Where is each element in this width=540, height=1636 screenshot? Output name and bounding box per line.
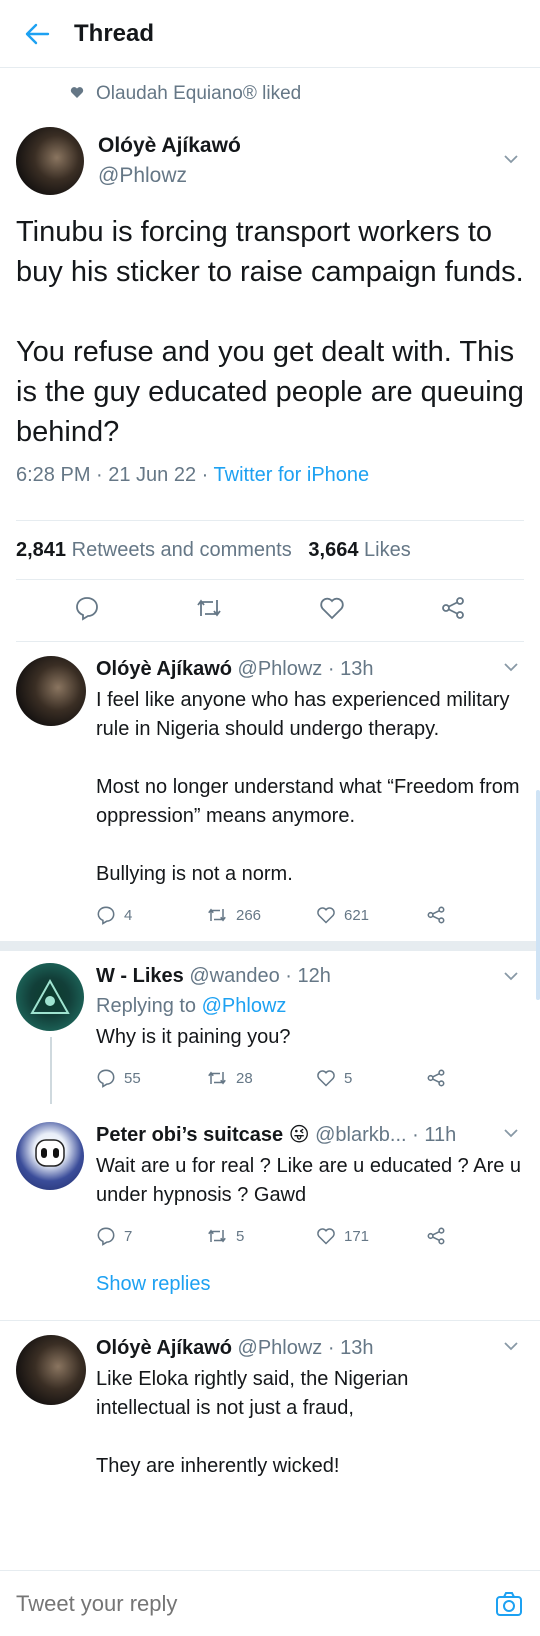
share-icon bbox=[427, 1069, 445, 1087]
scrollbar[interactable] bbox=[536, 790, 540, 1000]
like-icon bbox=[317, 1070, 335, 1087]
replying-to-handle[interactable]: @Phlowz bbox=[202, 995, 287, 1017]
section-divider bbox=[0, 941, 540, 951]
tweet-time: 6:28 PM · 21 Jun 22 · bbox=[16, 464, 214, 486]
social-context-text: Olaudah Equiano® liked bbox=[96, 83, 302, 104]
reply-button[interactable]: 55 bbox=[96, 1068, 206, 1088]
avatar[interactable] bbox=[16, 127, 84, 195]
reply-icon bbox=[97, 1069, 115, 1088]
reply-handle-time: @Phlowz · 13h bbox=[237, 658, 374, 680]
share-button[interactable] bbox=[426, 1068, 536, 1088]
chevron-down-icon[interactable] bbox=[500, 965, 522, 987]
retweet-count: 28 bbox=[236, 1069, 253, 1087]
retweets-label[interactable]: Retweets and comments bbox=[72, 539, 292, 562]
reply-icon bbox=[97, 1227, 115, 1246]
retweet-icon bbox=[208, 1229, 226, 1243]
retweets-count[interactable]: 2,841 bbox=[16, 539, 66, 562]
like-count: 5 bbox=[344, 1069, 353, 1087]
reply-handle-time: @Phlowz · 13h bbox=[237, 1337, 374, 1359]
main-tweet: Olóyè Ajíkawó @Phlowz Tinubu is forcing … bbox=[0, 120, 540, 642]
like-button[interactable]: 5 bbox=[316, 1069, 426, 1087]
reply-tweet[interactable]: Olóyè Ajíkawó @Phlowz · 13h I feel like … bbox=[0, 642, 540, 941]
like-icon bbox=[317, 1228, 335, 1245]
main-tweet-actions bbox=[16, 580, 524, 642]
page-title: Thread bbox=[74, 19, 155, 47]
tweet-stats: 2,841 Retweets and comments 3,664 Likes bbox=[16, 520, 524, 580]
retweet-count: 266 bbox=[236, 906, 262, 924]
reply-tweet[interactable]: Olóyè Ajíkawó @Phlowz · 13h Like Eloka r… bbox=[0, 1321, 540, 1481]
tweet-source-link[interactable]: Twitter for iPhone bbox=[214, 464, 370, 486]
emoji: 😜 bbox=[288, 1124, 310, 1146]
show-replies-link[interactable]: Show replies bbox=[0, 1262, 540, 1306]
reply-count: 4 bbox=[124, 906, 133, 924]
like-button[interactable]: 621 bbox=[316, 906, 426, 924]
reply-author-name: Olóyè Ajíkawó bbox=[96, 658, 232, 680]
replying-to-label: Replying to bbox=[96, 995, 202, 1017]
reply-icon bbox=[97, 906, 115, 925]
reply-handle-time: @wandeo · 12h bbox=[189, 965, 331, 987]
likes-label[interactable]: Likes bbox=[364, 539, 411, 562]
reply-text: Like Eloka rightly said, the Nigerian in… bbox=[96, 1368, 409, 1477]
retweet-icon[interactable] bbox=[195, 596, 223, 625]
share-icon bbox=[427, 906, 445, 924]
reply-count: 7 bbox=[124, 1227, 133, 1245]
camera-icon[interactable] bbox=[494, 1589, 524, 1619]
likes-count[interactable]: 3,664 bbox=[308, 539, 358, 562]
main-tweet-author[interactable]: Olóyè Ajíkawó @Phlowz bbox=[16, 120, 524, 202]
share-icon bbox=[427, 1227, 445, 1245]
chevron-down-icon[interactable] bbox=[500, 1122, 522, 1144]
tweet-text: Tinubu is forcing transport workers to b… bbox=[16, 216, 524, 448]
avatar[interactable] bbox=[16, 656, 86, 726]
thread-line bbox=[50, 1037, 52, 1104]
reply-author-name: Olóyè Ajíkawó bbox=[96, 1337, 232, 1359]
tweet-meta: 6:28 PM · 21 Jun 22 · Twitter for iPhone bbox=[16, 464, 524, 510]
avatar[interactable] bbox=[16, 1335, 86, 1405]
reply-author-name: Peter obi’s suitcase bbox=[96, 1124, 284, 1146]
retweet-count: 5 bbox=[236, 1227, 245, 1245]
retweet-button[interactable]: 266 bbox=[206, 906, 316, 924]
retweet-icon bbox=[208, 908, 226, 922]
reply-button[interactable]: 4 bbox=[96, 905, 206, 925]
share-button[interactable] bbox=[426, 1226, 536, 1246]
like-icon bbox=[317, 907, 335, 924]
reply-count: 55 bbox=[124, 1069, 141, 1087]
reply-tweet[interactable]: W - Likes @wandeo · 12h Replying to @Phl… bbox=[0, 951, 540, 1104]
share-icon[interactable] bbox=[440, 595, 466, 626]
reply-input[interactable] bbox=[16, 1590, 494, 1617]
reply-text: I feel like anyone who has experienced m… bbox=[96, 689, 520, 885]
retweet-button[interactable]: 5 bbox=[206, 1227, 316, 1245]
reply-actions: 7 5 171 bbox=[96, 1210, 536, 1262]
like-button[interactable]: 171 bbox=[316, 1227, 426, 1245]
social-context: Olaudah Equiano® liked bbox=[0, 68, 540, 120]
replying-to: Replying to @Phlowz bbox=[96, 993, 536, 1019]
chevron-down-icon[interactable] bbox=[500, 148, 522, 170]
avatar[interactable] bbox=[16, 963, 84, 1031]
heart-filled-icon bbox=[70, 83, 96, 105]
top-bar: Thread bbox=[0, 0, 540, 68]
retweet-icon bbox=[208, 1071, 226, 1085]
retweet-button[interactable]: 28 bbox=[206, 1069, 316, 1087]
chevron-down-icon[interactable] bbox=[500, 656, 522, 678]
reply-actions: 4 266 621 bbox=[96, 889, 536, 941]
reply-text: Why is it paining you? bbox=[96, 1026, 291, 1048]
author-name: Olóyè Ajíkawó bbox=[98, 134, 241, 157]
like-count: 171 bbox=[344, 1227, 370, 1245]
reply-button[interactable]: 7 bbox=[96, 1226, 206, 1246]
share-button[interactable] bbox=[426, 905, 536, 925]
reply-text: Wait are u for real ? Like are u educate… bbox=[96, 1155, 522, 1206]
reply-actions: 55 28 5 bbox=[96, 1052, 536, 1104]
reply-composer bbox=[0, 1570, 540, 1636]
reply-tweet[interactable]: Peter obi’s suitcase 😜 @blarkb... · 11h … bbox=[0, 1104, 540, 1262]
author-handle: @Phlowz bbox=[98, 164, 188, 187]
reply-handle-time: @blarkb... · 11h bbox=[315, 1124, 457, 1146]
avatar[interactable] bbox=[16, 1122, 84, 1190]
like-icon[interactable] bbox=[319, 596, 345, 625]
like-count: 621 bbox=[344, 906, 370, 924]
reply-icon[interactable] bbox=[74, 595, 100, 626]
back-arrow-icon[interactable] bbox=[0, 23, 74, 45]
reply-author-name: W - Likes bbox=[96, 965, 184, 987]
chevron-down-icon[interactable] bbox=[500, 1335, 522, 1357]
